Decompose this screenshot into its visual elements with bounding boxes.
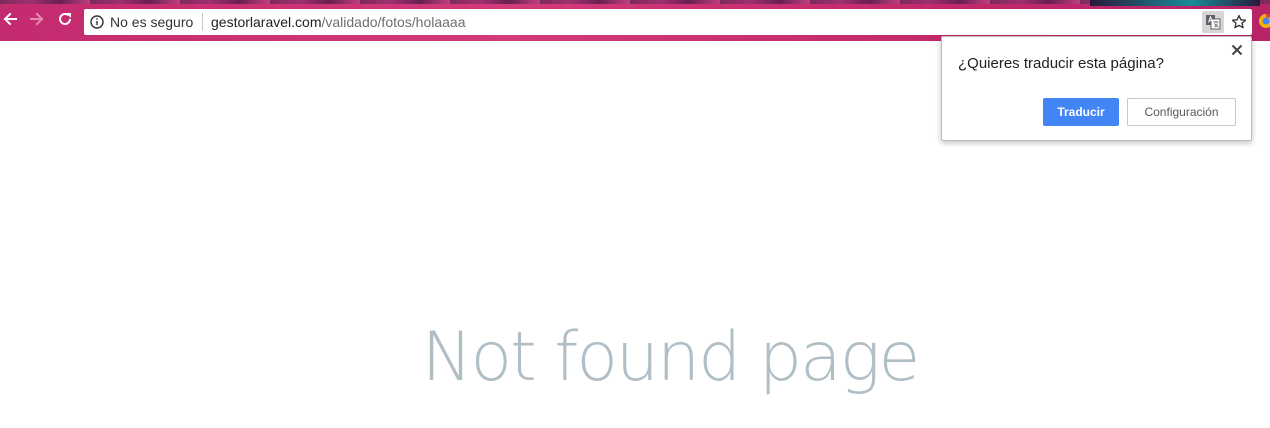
translate-question: ¿Quieres traducir esta página? [958,55,1164,72]
back-arrow-icon [1,10,19,33]
translate-button[interactable]: Traducir [1043,98,1119,126]
reload-icon [56,10,74,33]
omnibox-divider [202,13,203,31]
translate-icon[interactable] [1202,11,1224,33]
not-found-message: Not found page [421,318,921,397]
url-host: gestorlaravel.com [211,14,322,30]
tab-strip-edge [0,0,1270,4]
forward-button[interactable] [25,9,49,33]
settings-button[interactable]: Configuración [1127,98,1236,126]
extension-icon[interactable] [1258,13,1270,29]
url-text[interactable]: gestorlaravel.com/validado/fotos/holaaaa [211,14,466,30]
close-button[interactable] [1230,43,1244,61]
url-path: /validado/fotos/holaaaa [321,14,466,30]
reload-button[interactable] [53,9,77,33]
star-icon[interactable] [1229,12,1249,32]
address-bar[interactable]: No es seguro gestorlaravel.com/validado/… [84,9,1252,35]
translate-popup: ¿Quieres traducir esta página? Traducir … [941,36,1252,141]
browser-toolbar: No es seguro gestorlaravel.com/validado/… [0,0,1270,41]
back-button[interactable] [0,9,22,33]
window-decoration [1090,0,1260,6]
info-icon[interactable] [90,15,104,29]
forward-arrow-icon [28,10,46,33]
security-indicator[interactable]: No es seguro [110,14,193,30]
close-icon [1231,43,1243,61]
